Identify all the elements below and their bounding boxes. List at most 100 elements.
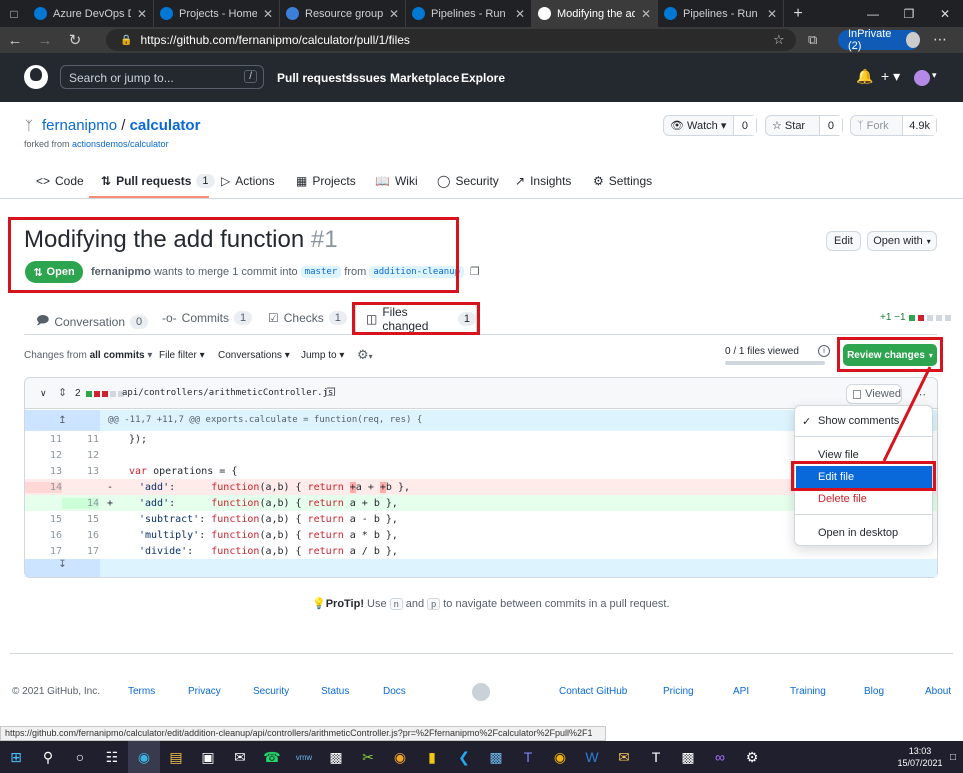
footer-privacy[interactable]: Privacy xyxy=(188,686,221,697)
browser-tab[interactable]: Azure DevOps Dem ✕ xyxy=(28,0,154,27)
remote-desktop-icon[interactable]: ▩ xyxy=(480,741,512,773)
close-window-button[interactable]: ✕ xyxy=(927,7,963,21)
tab-security[interactable]: ◯ Security xyxy=(437,174,499,188)
footer-pricing[interactable]: Pricing xyxy=(663,686,694,697)
changes-from-filter[interactable]: Changes from all commits ▾ xyxy=(24,350,152,361)
forked-from-link[interactable]: actionsdemos/calculator xyxy=(72,139,169,149)
open-with-button[interactable]: Open with ▾ xyxy=(867,231,937,251)
jump-to-button[interactable]: Jump to ▾ xyxy=(301,350,344,361)
expand-all-icon[interactable]: ⇕ xyxy=(58,386,67,399)
copy-path-icon[interactable]: ❐ xyxy=(326,386,336,399)
nav-pull-requests[interactable]: Pull requests xyxy=(277,71,352,85)
store-icon[interactable]: ▣ xyxy=(192,741,224,773)
file-filter-button[interactable]: File filter ▾ xyxy=(159,350,205,361)
favorite-icon[interactable]: ☆ xyxy=(773,32,785,48)
bell-icon[interactable]: 🔔 xyxy=(856,68,873,85)
mail-icon[interactable]: ✉ xyxy=(224,741,256,773)
tab-actions-icon[interactable]: □ xyxy=(0,0,28,30)
footer-training[interactable]: Training xyxy=(790,686,826,697)
tab-close-icon[interactable]: ✕ xyxy=(641,7,651,21)
cortana-icon[interactable]: ○ xyxy=(64,741,96,773)
info-icon[interactable]: i xyxy=(818,345,830,357)
visual-studio-icon[interactable]: ∞ xyxy=(704,741,736,773)
snipping-icon[interactable]: ✂ xyxy=(352,741,384,773)
tab-projects[interactable]: ▦ Projects xyxy=(296,174,356,188)
github-footer-logo-icon[interactable] xyxy=(472,683,490,701)
footer-about[interactable]: About xyxy=(925,686,951,697)
restore-button[interactable]: ❐ xyxy=(891,7,927,21)
browser-tab[interactable]: Modifying the add ✕ xyxy=(532,0,658,27)
footer-terms[interactable]: Terms xyxy=(128,686,155,697)
footer-security[interactable]: Security xyxy=(253,686,289,697)
tab-insights[interactable]: ↗ Insights xyxy=(515,174,571,188)
hunk-expand-left[interactable]: ↥ xyxy=(25,410,100,431)
tab-actions[interactable]: ▷ Actions xyxy=(221,174,275,188)
edit-title-button[interactable]: Edit xyxy=(826,231,861,251)
star-button[interactable]: ☆ Star 0 xyxy=(765,115,843,136)
outlook-icon[interactable]: ✉ xyxy=(608,741,640,773)
paint-icon[interactable]: ◉ xyxy=(384,741,416,773)
inprivate-button[interactable]: InPrivate (2) xyxy=(838,28,920,52)
watch-button[interactable]: 👁 Watch ▾ 0 xyxy=(663,115,757,136)
back-icon[interactable]: ← xyxy=(0,32,30,49)
clock[interactable]: 13:03 15/07/2021 xyxy=(897,745,943,769)
sticky-notes-icon[interactable]: ▩ xyxy=(672,741,704,773)
browser-tab[interactable]: Resource groups - M ✕ xyxy=(280,0,406,27)
browser-tab[interactable]: Pipelines - Run 202 ✕ xyxy=(406,0,532,27)
repo-name-link[interactable]: calculator xyxy=(130,117,201,134)
tab-pull-requests[interactable]: ⇅ Pull requests 1 xyxy=(101,174,215,188)
menu-delete-file[interactable]: Delete file xyxy=(796,488,932,510)
word-icon[interactable]: W xyxy=(576,741,608,773)
tab-settings[interactable]: ⚙ Settings xyxy=(593,174,652,188)
menu-open-desktop[interactable]: Open in desktop xyxy=(796,522,932,544)
footer-docs[interactable]: Docs xyxy=(383,686,406,697)
powerbi-icon[interactable]: ▮ xyxy=(416,741,448,773)
checkbox[interactable] xyxy=(853,389,862,399)
tab-close-icon[interactable]: ✕ xyxy=(137,7,147,21)
search-icon[interactable]: ⚲ xyxy=(32,741,64,773)
tab-checks[interactable]: ☑ Checks 1 xyxy=(268,311,347,325)
fork-button[interactable]: ᛉ Fork 4.9k xyxy=(850,115,937,136)
footer-blog[interactable]: Blog xyxy=(864,686,884,697)
typora-icon[interactable]: T xyxy=(640,741,672,773)
vscode-icon[interactable]: ❮ xyxy=(448,741,480,773)
nav-explore[interactable]: Explore xyxy=(461,71,505,85)
edge-icon[interactable]: ◉ xyxy=(128,741,160,773)
tab-conversation[interactable]: 🗩 Conversation 0 xyxy=(36,311,149,332)
footer-contact[interactable]: Contact GitHub xyxy=(559,686,627,697)
tab-close-icon[interactable]: ✕ xyxy=(389,7,399,21)
windows-start-icon[interactable]: ⊞ xyxy=(0,741,32,773)
url-input[interactable]: 🔒 https://github.com/fernanipmo/calculato… xyxy=(106,29,796,51)
collapse-chevron-icon[interactable]: ∨ xyxy=(40,388,47,399)
conversations-button[interactable]: Conversations ▾ xyxy=(218,350,290,361)
hunk-expand-bottom[interactable]: ↧ xyxy=(25,559,100,577)
terminal-icon[interactable]: ▩ xyxy=(320,741,352,773)
file-path[interactable]: api/controllers/arithmeticController.js xyxy=(122,388,333,398)
tab-wiki[interactable]: 📖 Wiki xyxy=(375,174,418,188)
footer-api[interactable]: API xyxy=(733,686,749,697)
nav-marketplace[interactable]: Marketplace xyxy=(390,71,459,85)
browser-tab[interactable]: Projects - Home ✕ xyxy=(154,0,280,27)
vmware-icon[interactable]: vmw xyxy=(288,741,320,773)
notification-icon[interactable]: □ xyxy=(943,752,963,763)
browser-menu-icon[interactable]: ⋯ xyxy=(933,31,947,48)
chrome-icon[interactable]: ◉ xyxy=(544,741,576,773)
search-input[interactable]: Search or jump to... / xyxy=(60,65,264,89)
settings-gear-icon[interactable]: ⚙▾ xyxy=(357,347,373,363)
tab-code[interactable]: <> Code xyxy=(36,174,84,188)
tab-commits[interactable]: -o- Commits 1 xyxy=(162,311,253,325)
refresh-icon[interactable]: ↻ xyxy=(60,31,90,49)
tab-close-icon[interactable]: ✕ xyxy=(767,7,777,21)
browser-tab[interactable]: Pipelines - Run 202 ✕ xyxy=(658,0,784,27)
minimize-button[interactable]: — xyxy=(855,7,891,21)
settings-icon[interactable]: ⚙ xyxy=(736,741,768,773)
chevron-down-icon[interactable]: ▾ xyxy=(932,70,937,81)
collections-icon[interactable]: ⧉ xyxy=(808,32,817,48)
create-new-button[interactable]: + ▾ xyxy=(881,68,900,85)
whatsapp-icon[interactable]: ☎ xyxy=(256,741,288,773)
nav-issues[interactable]: Issues xyxy=(349,71,386,85)
new-tab-button[interactable]: + xyxy=(784,5,812,23)
task-view-icon[interactable]: ☷ xyxy=(96,741,128,773)
user-avatar[interactable] xyxy=(914,70,930,86)
file-explorer-icon[interactable]: ▤ xyxy=(160,741,192,773)
